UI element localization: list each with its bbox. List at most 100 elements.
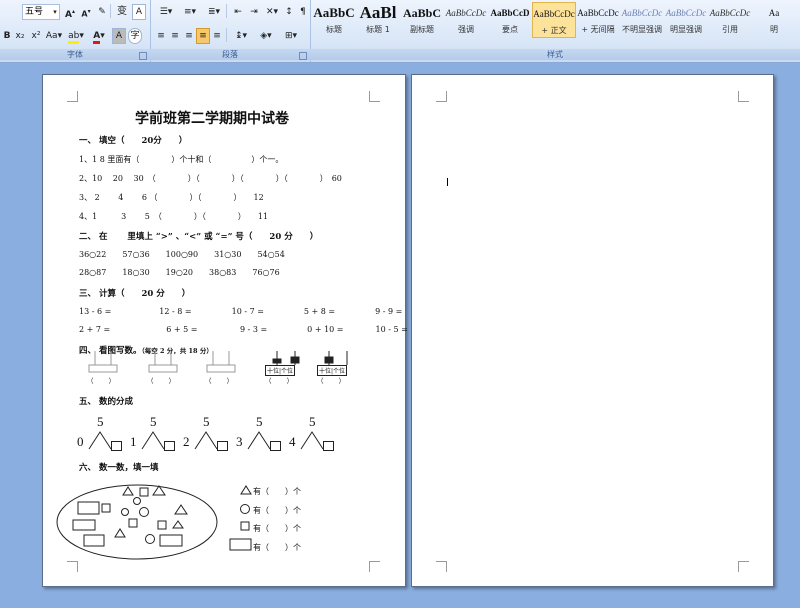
grow-font-button[interactable]: A▴ [62,4,78,20]
shading-button[interactable]: ◈▾ [254,28,278,44]
style-10[interactable]: Aa 明 [752,2,796,38]
rect-icon [229,538,252,551]
square-icon [240,521,250,531]
abacus-answer-5: （ ） [317,377,346,385]
fill-line-4: 4、1 3 5 （ ）（ ） 11 [79,212,269,221]
style-name: 强调 [458,25,474,34]
multilevel-list-button[interactable]: ≣▾ [202,4,226,20]
char-border-icon[interactable]: A [132,4,146,20]
abacus-answer-2: （ ） [147,377,176,385]
split-part: 1 [130,434,137,449]
borders-button[interactable]: ⊞▾ [280,28,302,44]
page-2[interactable] [411,74,774,587]
distributed-button[interactable]: ≡ [210,28,224,44]
show-marks-button[interactable]: ¶ [296,4,310,20]
abacus-bead [290,356,300,364]
margin-mark [369,561,380,572]
align-left-button[interactable]: ≡ [154,28,168,44]
highlight-color-icon[interactable]: ab▾ [66,28,86,44]
count-line-rectangle: 有（ ）个 [253,543,301,552]
split-part: 0 [77,434,84,449]
font-group-label: 字体 [0,49,150,60]
justify-button[interactable]: ≡ [196,28,210,44]
chinese-layout-button[interactable]: ✕▾ [262,4,282,20]
split-total: 5 [97,414,104,429]
section-1-heading: 一、 填空（ 20分 ） [79,136,188,146]
style-4[interactable]: AaBbCcD 要点 [488,2,532,38]
font-dialog-launcher-icon[interactable] [139,52,147,60]
square-shape [101,503,111,513]
clear-format-icon[interactable]: ✎ [94,4,110,20]
style-sample: AaBbC [313,5,355,20]
ribbon: 五号 ▾ A▴ A▾ ✎ 变 A B x₂ x² Aa▾ ab▾ A▾ A 字 … [0,0,800,63]
section-2-heading: 二、 在 里填上 “>” 、“<” 或 “=” 号（ 20 分 ） [79,232,319,242]
page-1[interactable]: 学前班第二学期期中试卷 一、 填空（ 20分 ） 1、1 8 里面有（ ）个十和… [42,74,408,587]
bullets-button[interactable]: ☰▾ [154,4,178,20]
subscript-button[interactable]: x₂ [12,28,28,44]
style-name: 副标题 [410,25,434,34]
style-7[interactable]: AaBbCcDc 不明显强调 [620,2,664,38]
font-size-dropdown-icon[interactable]: ▾ [50,4,60,20]
style-sample: AaBbCcDc [665,8,707,18]
split-blank-box [111,441,122,451]
style-1[interactable]: AaBl 标题 1 [356,2,400,38]
abacus-bead [272,358,282,364]
tens-label: 十位 [267,368,280,375]
compare-row-2: 28○87 18○30 19○20 38○83 76○76 [79,268,280,277]
split-blank-box [217,441,228,451]
calc-row-1: 13 - 6 = 12 - 8 = 10 - 7 = 5 + 8 = 9 - 9… [79,307,403,316]
styles-group-label: 样式 [310,49,800,60]
triangle-icon [240,485,252,495]
rect-shape [77,501,100,515]
decrease-indent-button[interactable]: ⇤ [230,4,246,20]
sort-button[interactable]: ↕ [282,4,296,20]
circle-shape [145,534,155,544]
style-9[interactable]: AaBbCcDc 引用 [708,2,752,38]
split-blank-box [270,441,281,451]
margin-mark [738,561,749,572]
increase-indent-button[interactable]: ⇥ [246,4,262,20]
style-3[interactable]: AaBbCcDc 强调 [444,2,488,38]
style-sample: AaBbCcDc [709,8,751,18]
style-6[interactable]: AaBbCcDc + 无间隔 [576,2,620,38]
square-shape [139,487,149,497]
square-shape [157,520,167,530]
line-spacing-button[interactable]: ↨▾ [230,28,252,44]
align-center-button[interactable]: ≡ [168,28,182,44]
shrink-font-button[interactable]: A▾ [78,4,94,20]
abacus-bead [324,356,334,364]
char-shading-icon[interactable]: A [112,28,126,44]
style-sample: AaBbCcD [490,8,530,18]
align-right-button[interactable]: ≡ [182,28,196,44]
count-line-circle: 有（ ）个 [253,506,301,515]
style-name: 明显强调 [670,25,702,34]
paragraph-group-label: 段落 [150,49,310,60]
font-group: 五号 ▾ A▴ A▾ ✎ 变 A B x₂ x² Aa▾ ab▾ A▾ A 字 … [0,0,151,62]
compare-row-1: 36○22 57○36 100○90 31○30 54○54 [79,250,285,259]
style-name: 明 [770,25,778,34]
font-color-icon[interactable]: A▾ [88,28,110,44]
split-blank-box [323,441,334,451]
style-sample: AaBl [359,3,397,22]
style-8[interactable]: AaBbCcDc 明显强调 [664,2,708,38]
superscript-button[interactable]: x² [28,28,44,44]
change-case-button[interactable]: Aa▾ [44,28,64,44]
abacus-base [88,364,118,373]
style-name: 标题 [326,25,342,34]
enclosed-char-icon[interactable]: 字 [128,28,142,44]
tens-label: 十位 [319,368,332,375]
style-2[interactable]: AaBbC 副标题 [400,2,444,38]
phonetic-guide-icon[interactable]: 变 [114,4,130,20]
circle-icon [240,504,250,514]
numbering-button[interactable]: ≡▾ [178,4,202,20]
paragraph-dialog-launcher-icon[interactable] [299,52,307,60]
style-name: 不明显强调 [622,25,662,34]
margin-mark [67,91,78,102]
split-blank-box [164,441,175,451]
style-name: 要点 [502,25,518,34]
style-0[interactable]: AaBbC 标题 [312,2,356,38]
style-sample: AaBbCcDc [445,8,487,18]
abacus-answer-1: （ ） [87,377,116,385]
style-5[interactable]: AaBbCcDc + 正文 [532,2,576,38]
style-name: 引用 [722,25,738,34]
